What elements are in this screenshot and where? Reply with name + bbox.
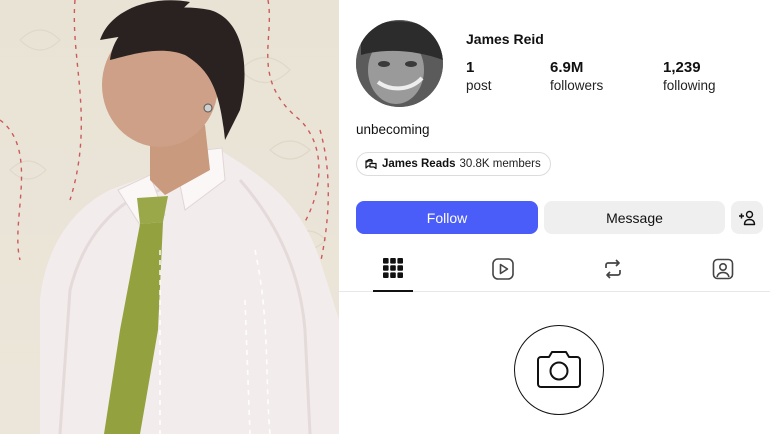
- camera-icon: [537, 351, 581, 388]
- profile-photo-illustration: [0, 0, 339, 434]
- followers-count: 6.9M: [550, 59, 584, 76]
- profile-bio: unbecoming: [356, 122, 430, 137]
- followers-stat[interactable]: 6.9M followers: [550, 59, 603, 94]
- profile-photo: [0, 0, 339, 434]
- message-button[interactable]: Message: [544, 201, 725, 234]
- tab-tagged[interactable]: [703, 252, 743, 291]
- tab-reels[interactable]: [483, 252, 523, 291]
- reels-icon: [492, 258, 514, 280]
- following-count: 1,239: [663, 59, 701, 76]
- grid-icon: [383, 258, 403, 278]
- avatar-image: [356, 20, 443, 107]
- follow-button[interactable]: Follow: [356, 201, 538, 234]
- tab-reposts[interactable]: [593, 252, 633, 291]
- channel-members: 30.8K members: [459, 158, 541, 170]
- posts-label: post: [466, 78, 492, 93]
- followers-label: followers: [550, 78, 604, 93]
- following-stat[interactable]: 1,239 following: [663, 59, 716, 94]
- following-label: following: [663, 78, 716, 93]
- profile-username: James Reid: [466, 31, 544, 47]
- add-person-button[interactable]: [731, 201, 763, 234]
- broadcast-channel-icon: [365, 158, 377, 170]
- channel-name: James Reads: [382, 158, 456, 170]
- profile-panel: James Reid 1 post 6.9M followers 1,239 f…: [339, 0, 770, 434]
- empty-posts-camera: [514, 325, 604, 415]
- tab-posts-grid[interactable]: [373, 252, 413, 292]
- posts-stat: 1 post: [466, 59, 492, 94]
- reposts-icon: [605, 259, 621, 279]
- avatar[interactable]: [356, 20, 443, 107]
- broadcast-channel-chip[interactable]: James Reads 30.8K members: [356, 152, 551, 176]
- tagged-icon: [712, 258, 734, 280]
- posts-count: 1: [466, 59, 475, 76]
- profile-tabs: [339, 252, 770, 292]
- add-person-icon: [739, 210, 756, 225]
